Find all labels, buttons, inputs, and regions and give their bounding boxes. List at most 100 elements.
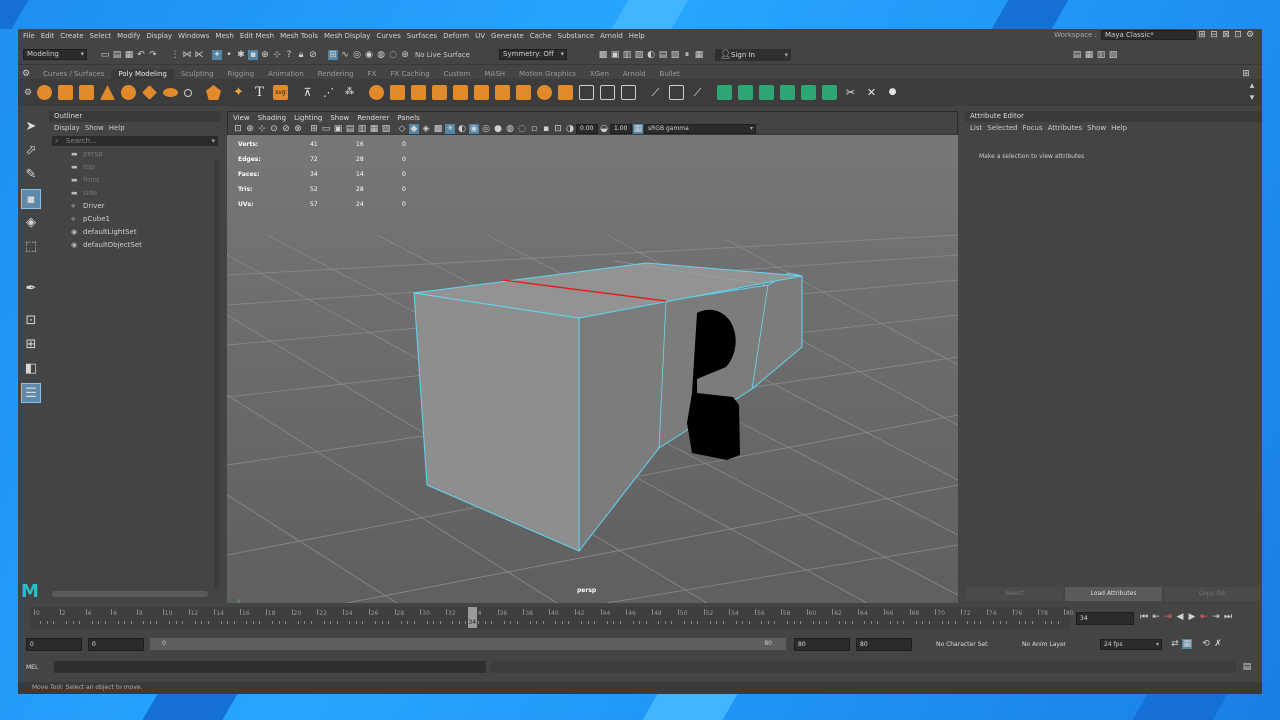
render-view-icon[interactable]: ▤ bbox=[658, 50, 668, 60]
vp-field-chart-icon[interactable]: ▥ bbox=[357, 124, 367, 134]
svg-tool-icon[interactable]: svg bbox=[273, 85, 288, 100]
vp-color-mgmt-icon[interactable]: ▦ bbox=[633, 123, 643, 134]
menu-edit-mesh[interactable]: Edit Mesh bbox=[240, 32, 274, 40]
viewport-menu-shading[interactable]: Shading bbox=[258, 114, 286, 122]
workspace-icon-3[interactable]: ⊠ bbox=[1221, 30, 1231, 40]
vp-2d-pan-icon[interactable]: ⊘ bbox=[281, 124, 291, 134]
outliner-menu-show[interactable]: Show bbox=[85, 124, 104, 132]
live-surface-label[interactable]: No Live Surface bbox=[415, 51, 499, 59]
time-slider-track[interactable]: 0 2 4 6 8 10 12 14 16 18 20 22 24 26 28 30 32 34 36 38 40 42 4… bbox=[30, 607, 1074, 629]
anim-layer-label[interactable]: No Anim Layer bbox=[1022, 641, 1100, 648]
shelf-tab-sculpting[interactable]: Sculpting bbox=[174, 69, 221, 79]
append-icon[interactable] bbox=[558, 85, 573, 100]
vp-textured-icon[interactable]: ▩ bbox=[433, 124, 443, 134]
vp-bookmark-icon[interactable]: ⊹ bbox=[257, 124, 267, 134]
viewport-menu-view[interactable]: View bbox=[233, 114, 250, 122]
command-language-label[interactable]: MEL bbox=[26, 664, 54, 671]
multi-cut-icon[interactable] bbox=[579, 85, 594, 100]
poly-torus-icon[interactable] bbox=[121, 85, 136, 100]
poly-disc-icon[interactable] bbox=[163, 88, 178, 97]
workspace-select[interactable]: Maya Classic* bbox=[1101, 30, 1196, 40]
go-to-end-icon[interactable]: ⏭ bbox=[1223, 612, 1233, 622]
menu-generate[interactable]: Generate bbox=[491, 32, 524, 40]
render-seq-icon[interactable]: ▣ bbox=[610, 50, 620, 60]
menu-create[interactable]: Create bbox=[60, 32, 83, 40]
anim-start-field[interactable]: 0 bbox=[26, 637, 82, 651]
workspace-icon-4[interactable]: ⊡ bbox=[1233, 30, 1243, 40]
uv-cut-icon[interactable]: ✂ bbox=[843, 85, 858, 100]
workspace-icon-2[interactable]: ⊟ bbox=[1209, 30, 1219, 40]
snap-point-icon[interactable]: ◎ bbox=[352, 50, 362, 60]
vp-wireframe-icon[interactable]: ◇ bbox=[397, 124, 407, 134]
menu-substance[interactable]: Substance bbox=[558, 32, 595, 40]
combine-icon[interactable] bbox=[369, 85, 384, 100]
vp-safe-title-icon[interactable]: ▧ bbox=[381, 124, 391, 134]
menu-edit[interactable]: Edit bbox=[41, 32, 55, 40]
outliner-menu-help[interactable]: Help bbox=[109, 124, 125, 132]
outliner-hscroll[interactable] bbox=[52, 591, 208, 597]
range-bar[interactable]: 0 80 bbox=[150, 638, 786, 650]
outliner-item-pcube1[interactable]: ⟡ pCube1 bbox=[49, 213, 221, 226]
select-question-icon[interactable]: ? bbox=[284, 50, 294, 60]
uv-auto-icon[interactable] bbox=[780, 85, 795, 100]
gamma-field[interactable]: 1.00 bbox=[610, 123, 632, 134]
open-scene-icon[interactable]: ▤ bbox=[112, 50, 122, 60]
step-forward-key-icon[interactable]: ⇥ bbox=[1211, 612, 1221, 622]
shelf-tab-custom[interactable]: Custom bbox=[437, 69, 478, 79]
mash-icon[interactable]: ⊼ bbox=[300, 85, 315, 100]
vp-select-camera-icon[interactable]: ⊡ bbox=[233, 124, 243, 134]
viewport-menu-renderer[interactable]: Renderer bbox=[357, 114, 389, 122]
new-scene-icon[interactable]: ▭ bbox=[100, 50, 110, 60]
shelf-tab-mash[interactable]: MASH bbox=[478, 69, 513, 79]
symmetry-dropdown[interactable]: Symmetry: Off bbox=[499, 49, 567, 60]
snap-view-icon[interactable]: ◉ bbox=[364, 50, 374, 60]
poly-sphere-icon[interactable] bbox=[37, 85, 52, 100]
menu-mesh-tools[interactable]: Mesh Tools bbox=[280, 32, 318, 40]
playback-start-field[interactable]: 0 bbox=[88, 637, 144, 651]
vp-dof-icon[interactable]: ▪ bbox=[541, 124, 551, 134]
snap-curve-icon[interactable]: ∿ bbox=[340, 50, 350, 60]
current-frame-field[interactable]: 34 bbox=[1076, 612, 1134, 625]
vp-resolution-gate-icon[interactable]: ▣ bbox=[333, 124, 343, 134]
search-options-icon[interactable]: ▾ bbox=[211, 136, 215, 146]
snap-tree-icon[interactable]: ⊛ bbox=[400, 50, 410, 60]
shelf-scroll-up-icon[interactable]: ▴ bbox=[1247, 81, 1257, 91]
loop-icon[interactable]: ⇄ bbox=[1170, 639, 1180, 649]
select-tool-icon[interactable]: ➤ bbox=[21, 117, 41, 137]
play-backwards-icon[interactable]: ◀ bbox=[1175, 612, 1185, 622]
snap-misc-icon[interactable]: ◌ bbox=[388, 50, 398, 60]
poly-cube-icon[interactable] bbox=[58, 85, 73, 100]
modeling-toolkit-icon[interactable]: ▤ bbox=[1072, 50, 1082, 60]
go-to-start-icon[interactable]: ⏮ bbox=[1139, 612, 1149, 622]
exposure-field[interactable]: 0.00 bbox=[576, 123, 598, 134]
outliner-item-persp[interactable]: ▬ persp bbox=[49, 148, 221, 161]
layout-four-icon[interactable]: ⊞ bbox=[21, 335, 41, 355]
shelf-scroll-icon[interactable]: ⊞ bbox=[1241, 69, 1251, 79]
attribute-menu-help[interactable]: Help bbox=[1111, 124, 1127, 132]
uv-spherical-icon[interactable] bbox=[759, 85, 774, 100]
quad-draw-icon[interactable]: ⟋ bbox=[690, 85, 705, 100]
menu-mesh-display[interactable]: Mesh Display bbox=[324, 32, 370, 40]
play-forwards-icon[interactable]: ▶ bbox=[1187, 612, 1197, 622]
render-frame-icon[interactable]: ▩ bbox=[598, 50, 608, 60]
layout-outliner-icon[interactable]: ☰ bbox=[21, 383, 41, 403]
attribute-editor-toggle-icon[interactable]: ▦ bbox=[1084, 50, 1094, 60]
shelf-tab-xgen[interactable]: XGen bbox=[583, 69, 616, 79]
select-face-icon[interactable]: ▪ bbox=[248, 49, 258, 60]
vp-xray-components-icon[interactable]: ◍ bbox=[505, 124, 515, 134]
menu-uv[interactable]: UV bbox=[475, 32, 485, 40]
uv-cylindrical-icon[interactable] bbox=[738, 85, 753, 100]
color-space-dropdown[interactable]: sRGB gamma bbox=[644, 123, 756, 134]
uv-unfold-2-icon[interactable]: ● bbox=[885, 85, 900, 100]
viewport-menu-lighting[interactable]: Lighting bbox=[294, 114, 322, 122]
outliner-item-top[interactable]: ▬ top bbox=[49, 161, 221, 174]
connect-icon[interactable] bbox=[621, 85, 636, 100]
select-button[interactable]: Select bbox=[966, 586, 1063, 601]
mirror-icon[interactable] bbox=[453, 85, 468, 100]
settings-gear-icon[interactable]: ⚙ bbox=[1245, 30, 1255, 40]
sign-in-button[interactable]: 👤︎ Sign In ▾ bbox=[715, 48, 791, 61]
light-editor-icon[interactable]: ▧ bbox=[670, 50, 680, 60]
vp-gamma-icon[interactable]: ◒ bbox=[599, 124, 609, 134]
menu-mesh[interactable]: Mesh bbox=[215, 32, 233, 40]
character-set-label[interactable]: No Character Set bbox=[936, 641, 1020, 648]
